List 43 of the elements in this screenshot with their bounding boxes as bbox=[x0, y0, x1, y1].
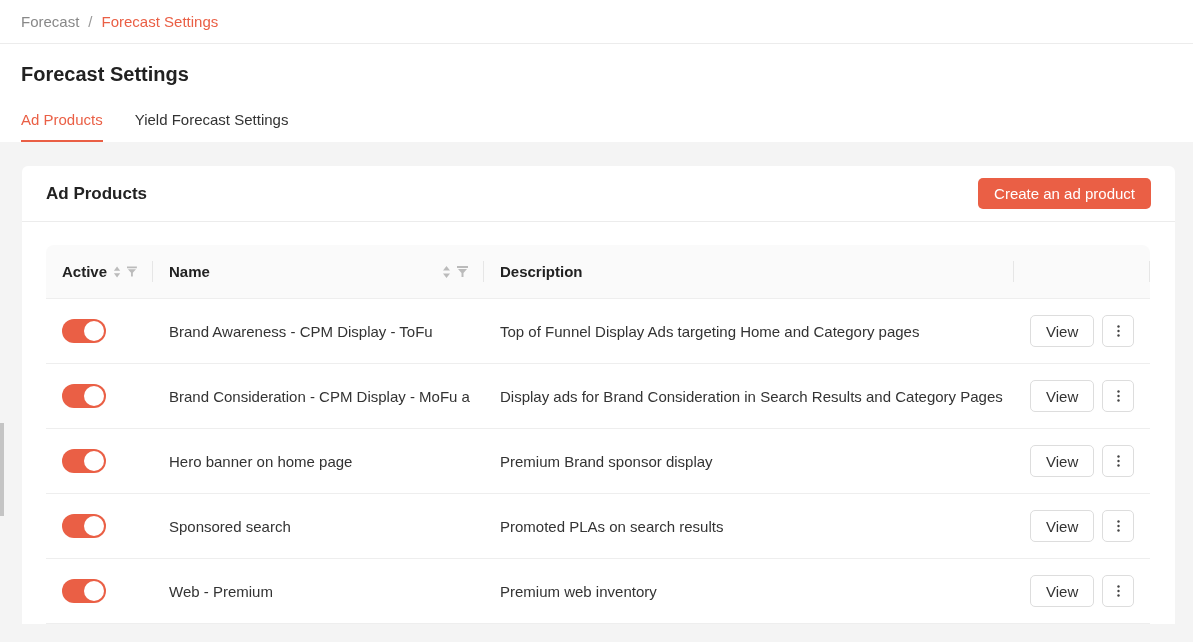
more-icon bbox=[1116, 390, 1120, 402]
view-button[interactable]: View bbox=[1030, 445, 1095, 477]
more-icon bbox=[1116, 520, 1120, 532]
product-description: Display ads for Brand Consideration in Search Results and Category Pages bbox=[500, 387, 1003, 405]
sort-icon[interactable] bbox=[442, 264, 451, 279]
product-name: Brand Awareness - CPM Display - ToFu bbox=[169, 322, 433, 340]
product-description: Promoted PLAs on search results bbox=[500, 517, 724, 535]
sort-icon[interactable] bbox=[113, 264, 122, 279]
column-label: Name bbox=[169, 263, 211, 280]
more-button[interactable] bbox=[1102, 510, 1134, 542]
column-label: Description bbox=[500, 263, 584, 280]
more-button[interactable] bbox=[1102, 380, 1134, 412]
active-toggle[interactable] bbox=[62, 579, 106, 603]
view-button[interactable]: View bbox=[1030, 575, 1095, 607]
view-button[interactable]: View bbox=[1030, 380, 1095, 412]
more-button[interactable] bbox=[1102, 315, 1134, 347]
active-toggle[interactable] bbox=[62, 449, 106, 473]
tab[interactable]: Yield Forecast Settings bbox=[134, 111, 289, 142]
page-title: Forecast Settings bbox=[20, 62, 190, 86]
active-toggle[interactable] bbox=[62, 514, 106, 538]
view-button[interactable]: View bbox=[1030, 315, 1095, 347]
product-description: Top of Funnel Display Ads targeting Home and Category pages bbox=[500, 322, 920, 340]
card-title: Ad Products bbox=[46, 183, 148, 204]
product-name: Hero banner on home page bbox=[169, 452, 353, 470]
product-name: Web - Premium bbox=[169, 582, 273, 600]
view-button[interactable]: View bbox=[1030, 510, 1095, 542]
product-description: Premium Brand sponsor display bbox=[500, 452, 713, 470]
more-icon bbox=[1116, 325, 1120, 337]
more-icon bbox=[1116, 585, 1120, 597]
active-toggle[interactable] bbox=[62, 319, 106, 343]
filter-icon[interactable] bbox=[457, 266, 468, 277]
more-button[interactable] bbox=[1102, 575, 1134, 607]
product-description: Premium web inventory bbox=[500, 582, 657, 600]
more-button[interactable] bbox=[1102, 445, 1134, 477]
scrollbar[interactable] bbox=[0, 423, 4, 516]
breadcrumb-link[interactable]: Forecast bbox=[21, 13, 80, 30]
filter-icon[interactable] bbox=[127, 266, 137, 277]
product-name: Brand Consideration - CPM Display - MoFu a bbox=[169, 387, 470, 405]
more-icon bbox=[1116, 455, 1120, 467]
active-toggle[interactable] bbox=[62, 384, 106, 408]
product-name: Sponsored search bbox=[169, 517, 291, 535]
column-label: Active bbox=[62, 263, 108, 280]
breadcrumb-separator: / bbox=[88, 13, 93, 30]
